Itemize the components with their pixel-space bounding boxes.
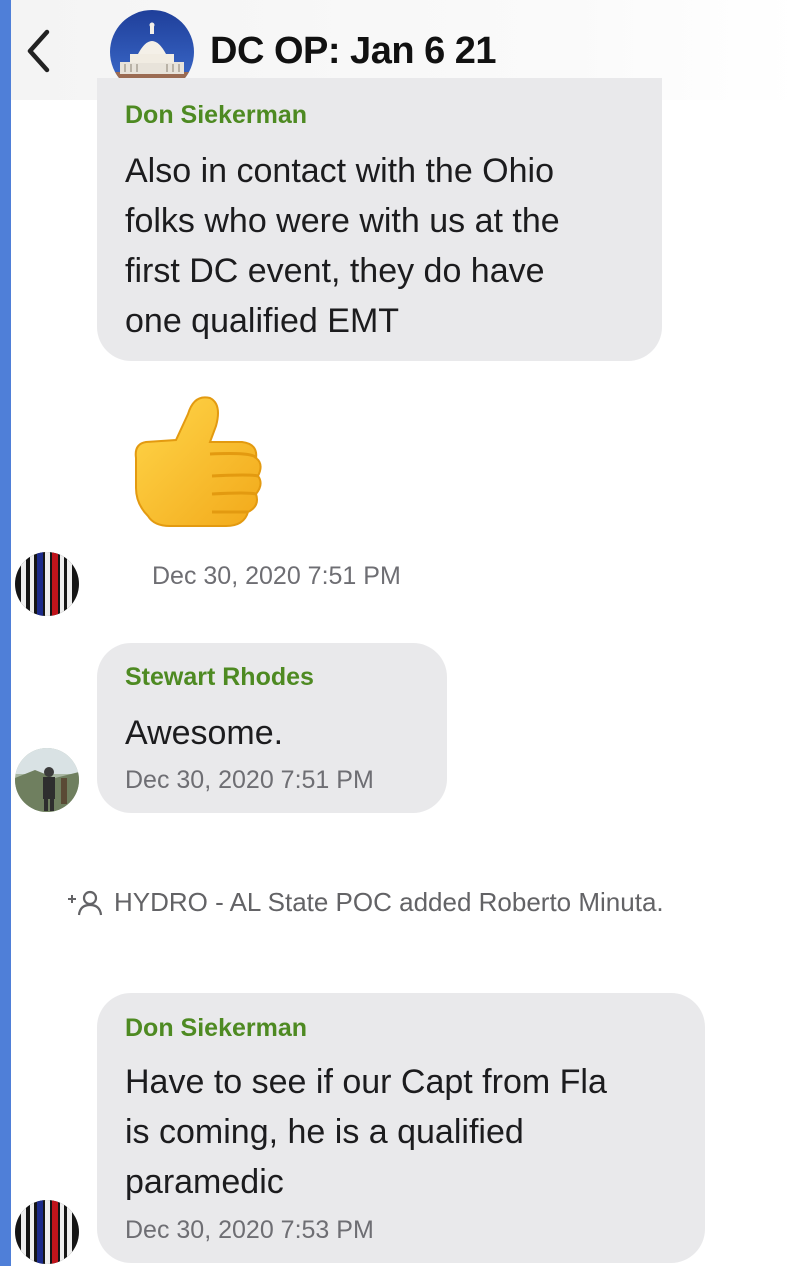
message-line: folks who were with us at the bbox=[125, 202, 560, 240]
sender-name[interactable]: Don Siekerman bbox=[125, 101, 307, 130]
message-line: Also in contact with the Ohio bbox=[125, 152, 555, 190]
window-edge-strip bbox=[0, 0, 11, 1266]
message-timestamp: Dec 30, 2020 7:51 PM bbox=[125, 766, 374, 794]
message-timestamp: Dec 30, 2020 7:51 PM bbox=[152, 562, 401, 590]
sender-name[interactable]: Stewart Rhodes bbox=[125, 663, 314, 692]
system-event-text: HYDRO - AL State POC added Roberto Minut… bbox=[114, 887, 664, 917]
message-text: Awesome. bbox=[125, 708, 283, 758]
sender-name[interactable]: Don Siekerman bbox=[125, 1014, 307, 1043]
striped-flag-avatar-icon bbox=[15, 1200, 79, 1264]
back-button[interactable] bbox=[23, 28, 53, 74]
avatar[interactable] bbox=[15, 552, 79, 616]
message-line: Awesome. bbox=[125, 714, 284, 752]
photo-avatar-icon bbox=[15, 748, 79, 812]
message-text: Have to see if our Capt from Fla is comi… bbox=[125, 1057, 607, 1207]
add-person-icon bbox=[68, 890, 103, 915]
message-line: paramedic bbox=[125, 1163, 284, 1201]
chat-title: DC OP: Jan 6 21 bbox=[210, 30, 497, 72]
avatar[interactable] bbox=[15, 1200, 79, 1264]
message-timestamp: Dec 30, 2020 7:53 PM bbox=[125, 1216, 374, 1244]
message-text: Also in contact with the Ohio folks who … bbox=[125, 146, 560, 346]
avatar[interactable] bbox=[15, 748, 79, 812]
chevron-left-icon bbox=[27, 29, 50, 73]
message-line: first DC event, they do have bbox=[125, 252, 545, 290]
striped-flag-avatar-icon bbox=[15, 552, 79, 616]
message-line: one qualified EMT bbox=[125, 302, 400, 340]
emoji-message[interactable] bbox=[130, 392, 265, 532]
system-event: HYDRO - AL State POC added Roberto Minut… bbox=[66, 887, 664, 918]
thumbs-up-icon bbox=[134, 396, 262, 527]
message-line: Have to see if our Capt from Fla bbox=[125, 1063, 607, 1101]
message-line: is coming, he is a qualified bbox=[125, 1113, 524, 1151]
